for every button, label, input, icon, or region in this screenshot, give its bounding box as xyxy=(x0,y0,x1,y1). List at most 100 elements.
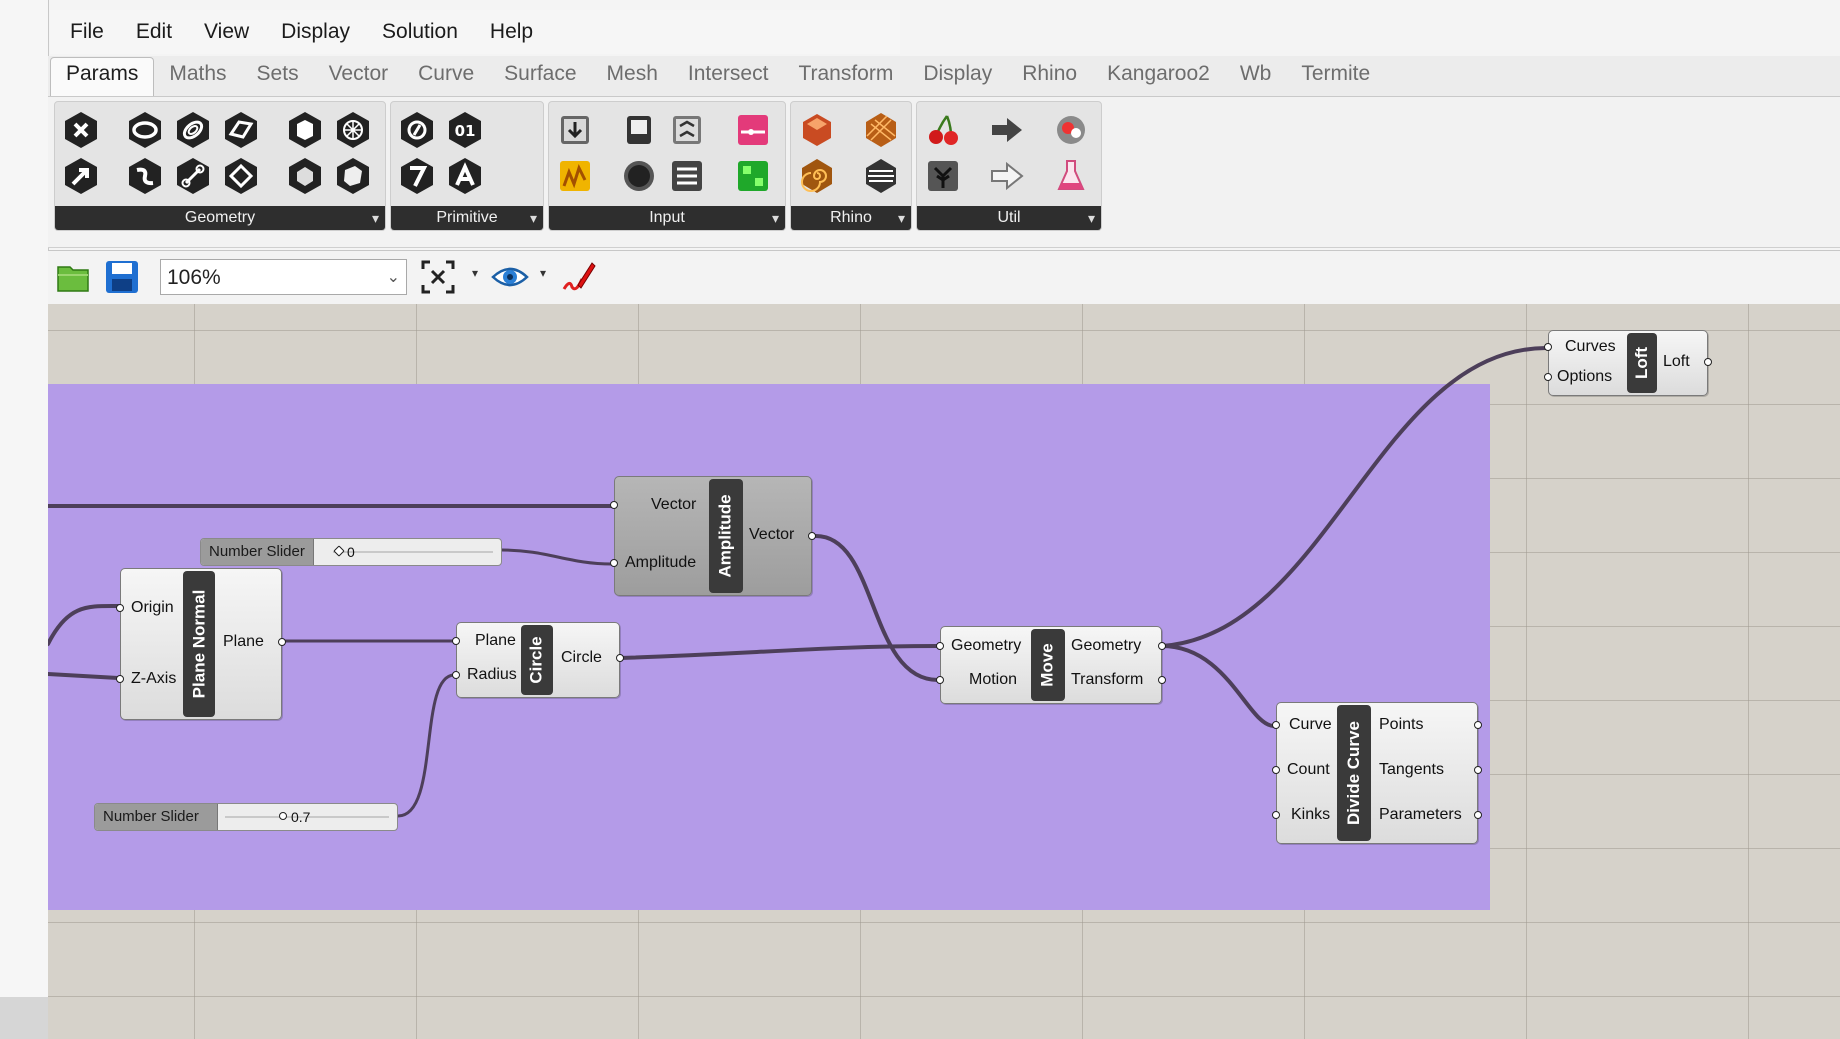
port-in-motion[interactable] xyxy=(936,676,944,684)
pattern-icon[interactable] xyxy=(861,110,901,150)
tab-mesh[interactable]: Mesh xyxy=(592,58,673,96)
tab-sets[interactable]: Sets xyxy=(242,58,314,96)
tab-wb[interactable]: Wb xyxy=(1225,58,1287,96)
port-in-kinks[interactable] xyxy=(1272,811,1280,819)
menu-help[interactable]: Help xyxy=(490,20,533,44)
tree-icon[interactable] xyxy=(923,156,963,196)
menu-view[interactable]: View xyxy=(204,20,249,44)
list-icon[interactable] xyxy=(667,156,707,196)
twisted-box-param-icon[interactable] xyxy=(333,156,373,196)
sketch-pen-icon[interactable] xyxy=(558,257,598,297)
divide-curve-component[interactable]: Curve Count Kinks Divide Curve Points Ta… xyxy=(1272,702,1482,844)
arrow-right-icon[interactable] xyxy=(987,110,1027,150)
preview-options-chevron-icon[interactable]: ▾ xyxy=(540,266,546,280)
line-param-icon[interactable] xyxy=(173,156,213,196)
integer-param-icon[interactable]: 01 xyxy=(445,110,485,150)
arrow-outline-right-icon[interactable] xyxy=(987,156,1027,196)
surface-param-icon[interactable] xyxy=(221,110,261,150)
striped-geometry-icon[interactable] xyxy=(861,156,901,196)
move-component[interactable]: Geometry Motion Move Geometry Transform xyxy=(936,626,1166,704)
port-out-circle[interactable] xyxy=(616,654,624,662)
loft-component[interactable]: Curves Options Loft Loft xyxy=(1544,330,1712,396)
port-in-zaxis[interactable] xyxy=(116,675,124,683)
geometry-param-icon[interactable] xyxy=(61,110,101,150)
menu-edit[interactable]: Edit xyxy=(136,20,172,44)
port-in-curves[interactable] xyxy=(1544,343,1552,351)
tab-rhino[interactable]: Rhino xyxy=(1007,58,1092,96)
circle-param-icon[interactable] xyxy=(125,110,165,150)
port-out-tangents[interactable] xyxy=(1474,766,1482,774)
tab-curve[interactable]: Curve xyxy=(403,58,489,96)
plane-param-icon[interactable] xyxy=(221,156,261,196)
port-in-vector[interactable] xyxy=(610,501,618,509)
circular-arc-param-icon[interactable] xyxy=(173,110,213,150)
slider-grip[interactable] xyxy=(279,812,287,820)
cherry-picker-icon[interactable] xyxy=(923,110,963,150)
value-list-icon[interactable] xyxy=(667,110,707,150)
menu-solution[interactable]: Solution xyxy=(382,20,458,44)
tab-intersect[interactable]: Intersect xyxy=(673,58,784,96)
port-out-parameters[interactable] xyxy=(1474,811,1482,819)
port-out-geometry[interactable] xyxy=(1158,642,1166,650)
flask-icon[interactable] xyxy=(1051,156,1091,196)
data-dam-icon[interactable] xyxy=(1051,110,1091,150)
import-icon[interactable] xyxy=(555,110,595,150)
preview-eye-icon[interactable] xyxy=(490,257,530,297)
plane-normal-component[interactable]: Origin Z-Axis Plane Normal Plane xyxy=(116,568,286,720)
tab-maths[interactable]: Maths xyxy=(154,58,241,96)
menu-display[interactable]: Display xyxy=(281,20,350,44)
port-out-vector[interactable] xyxy=(808,532,816,540)
port-in-curve[interactable] xyxy=(1272,721,1280,729)
menu-file[interactable]: File xyxy=(70,20,104,44)
open-file-icon[interactable] xyxy=(54,257,94,297)
port-in-amplitude[interactable] xyxy=(610,559,618,567)
port-in-origin[interactable] xyxy=(116,604,124,612)
brep-param-icon[interactable] xyxy=(285,156,325,196)
layer-icon[interactable] xyxy=(797,110,837,150)
port-in-options[interactable] xyxy=(1544,373,1552,381)
curve-param-icon[interactable] xyxy=(125,156,165,196)
box-param-icon[interactable] xyxy=(285,110,325,150)
panel-label-util[interactable]: Util ▾ xyxy=(917,206,1101,230)
tab-surface[interactable]: Surface xyxy=(489,58,591,96)
tab-termite[interactable]: Termite xyxy=(1286,58,1385,96)
colour-swatch-icon[interactable] xyxy=(733,156,773,196)
port-out-transform[interactable] xyxy=(1158,676,1166,684)
tab-params[interactable]: Params xyxy=(50,57,155,96)
number-slider-0-7[interactable]: Number Slider 0.7 xyxy=(94,803,398,831)
port-out-loft[interactable] xyxy=(1704,358,1712,366)
vector-param-icon[interactable] xyxy=(61,156,101,196)
panel-label-rhino[interactable]: Rhino ▾ xyxy=(791,206,911,230)
slider-grip[interactable] xyxy=(333,545,345,557)
graph-mapper-icon[interactable] xyxy=(555,156,595,196)
save-file-icon[interactable] xyxy=(102,257,142,297)
panel-label-primitive[interactable]: Primitive ▾ xyxy=(391,206,543,230)
integer-seven-icon[interactable] xyxy=(397,156,437,196)
port-out-plane[interactable] xyxy=(278,638,286,646)
canvas[interactable]: Vector Amplitude Amplitude Vector Number… xyxy=(48,304,1840,1039)
port-in-radius[interactable] xyxy=(452,671,460,679)
port-in-plane[interactable] xyxy=(452,637,460,645)
tab-kangaroo2[interactable]: Kangaroo2 xyxy=(1092,58,1225,96)
gradient-icon[interactable] xyxy=(733,110,773,150)
zoom-extents-icon[interactable] xyxy=(418,257,458,297)
tab-display[interactable]: Display xyxy=(908,58,1007,96)
number-param-icon[interactable] xyxy=(397,110,437,150)
spiral-icon[interactable] xyxy=(797,156,837,196)
amplitude-component[interactable]: Vector Amplitude Amplitude Vector xyxy=(610,476,816,596)
panel-label-geometry[interactable]: Geometry ▾ xyxy=(55,206,385,230)
number-slider-0[interactable]: Number Slider 0 xyxy=(200,538,502,566)
tab-transform[interactable]: Transform xyxy=(783,58,908,96)
mesh-param-icon[interactable] xyxy=(333,110,373,150)
port-in-count[interactable] xyxy=(1272,766,1280,774)
port-out-points[interactable] xyxy=(1474,721,1482,729)
text-param-icon[interactable] xyxy=(445,156,485,196)
port-in-geometry[interactable] xyxy=(936,642,944,650)
circle-component[interactable]: Plane Radius Circle Circle xyxy=(452,622,624,698)
slider-track[interactable] xyxy=(333,551,493,553)
zoom-dropdown[interactable]: 106% ⌄ xyxy=(160,259,407,295)
tab-vector[interactable]: Vector xyxy=(314,58,404,96)
boolean-toggle-icon[interactable] xyxy=(619,110,659,150)
panel-label-input[interactable]: Input ▾ xyxy=(549,206,785,230)
zoom-options-chevron-icon[interactable]: ▾ xyxy=(472,266,478,280)
